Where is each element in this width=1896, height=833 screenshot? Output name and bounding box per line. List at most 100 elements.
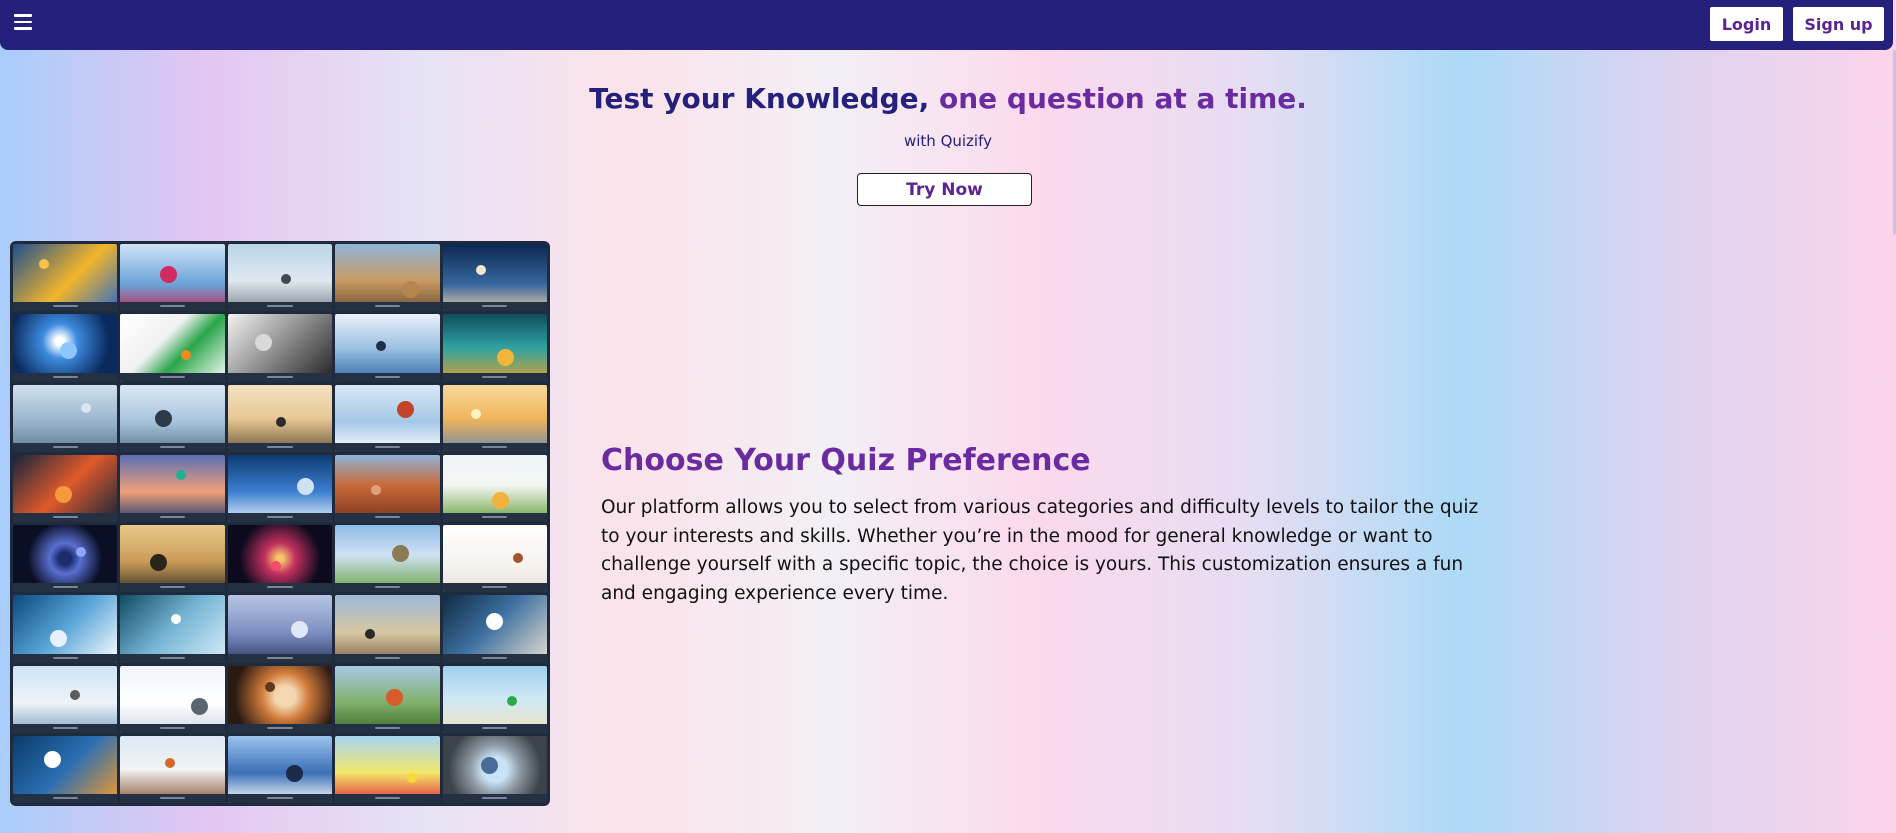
hamburger-menu-icon[interactable] bbox=[14, 14, 34, 30]
mosaic-tile bbox=[442, 314, 547, 382]
tile-subject bbox=[154, 410, 172, 428]
tile-subject bbox=[75, 546, 86, 557]
mosaic-tile bbox=[335, 665, 440, 733]
tile-caption-bar bbox=[442, 372, 547, 382]
tile-caption-bar bbox=[442, 513, 547, 522]
mosaic-tile bbox=[13, 735, 118, 803]
mosaic-tile bbox=[335, 384, 440, 452]
tile-caption-bar bbox=[227, 794, 333, 803]
mosaic-tile bbox=[120, 384, 225, 452]
mosaic-tile bbox=[13, 525, 118, 593]
mosaic-tile bbox=[442, 525, 547, 593]
tile-caption-bar bbox=[442, 442, 547, 452]
tile-subject bbox=[291, 621, 309, 639]
tile-caption-bar bbox=[120, 442, 225, 452]
mosaic-tile bbox=[13, 595, 118, 663]
tile-subject bbox=[470, 408, 481, 419]
mosaic-tile bbox=[120, 595, 225, 663]
tile-caption-bar bbox=[120, 583, 225, 593]
mosaic-tile bbox=[442, 735, 547, 803]
feature-heading: Choose Your Quiz Preference bbox=[601, 443, 1091, 478]
tile-subject bbox=[407, 772, 418, 783]
tile-caption-bar bbox=[442, 302, 547, 312]
tile-subject bbox=[175, 470, 186, 481]
tile-subject bbox=[281, 273, 292, 284]
mosaic-tile bbox=[442, 595, 547, 663]
mosaic-tile bbox=[442, 244, 547, 312]
tile-caption-bar bbox=[335, 372, 440, 382]
tile-caption-bar bbox=[227, 302, 333, 312]
mosaic-tile bbox=[227, 314, 333, 382]
tile-subject bbox=[165, 757, 176, 768]
tile-caption-bar bbox=[442, 583, 547, 593]
tile-subject bbox=[44, 750, 62, 768]
tile-caption-bar bbox=[120, 794, 225, 803]
tile-caption-bar bbox=[442, 723, 547, 733]
mosaic-tile bbox=[120, 244, 225, 312]
tile-caption-bar bbox=[335, 513, 440, 522]
mosaic-tile bbox=[442, 384, 547, 452]
mosaic-tile bbox=[227, 595, 333, 663]
tile-subject bbox=[191, 697, 209, 715]
try-now-button[interactable]: Try Now bbox=[857, 173, 1032, 206]
hero-title-part2: one question at a time. bbox=[939, 82, 1307, 115]
tile-caption-bar bbox=[120, 723, 225, 733]
tile-caption-bar bbox=[227, 513, 333, 522]
tile-subject bbox=[149, 553, 167, 571]
tile-subject bbox=[365, 628, 376, 639]
tile-subject bbox=[49, 630, 67, 648]
tile-caption-bar bbox=[13, 723, 118, 733]
mosaic-tile bbox=[120, 314, 225, 382]
signup-button[interactable]: Sign up bbox=[1793, 7, 1884, 41]
mosaic-tile bbox=[13, 384, 118, 452]
mosaic-tile bbox=[120, 454, 225, 522]
mosaic-tile bbox=[335, 595, 440, 663]
tile-caption-bar bbox=[120, 372, 225, 382]
mosaic-tile bbox=[335, 525, 440, 593]
tile-caption-bar bbox=[120, 302, 225, 312]
tile-subject bbox=[275, 417, 286, 428]
tile-caption-bar bbox=[120, 653, 225, 663]
tile-caption-bar bbox=[227, 583, 333, 593]
tile-subject bbox=[39, 258, 50, 269]
tile-caption-bar bbox=[13, 442, 118, 452]
hero-title-part1: Test your Knowledge, bbox=[589, 82, 940, 115]
hero-subtitle: with Quizify bbox=[903, 132, 992, 150]
tile-caption-bar bbox=[442, 794, 547, 803]
tile-subject bbox=[476, 264, 486, 275]
tile-subject bbox=[512, 552, 523, 563]
tile-subject bbox=[402, 280, 419, 298]
tile-subject bbox=[386, 689, 404, 707]
mosaic-tile bbox=[120, 735, 225, 803]
tile-caption-bar bbox=[227, 372, 333, 382]
tile-caption-bar bbox=[120, 513, 225, 522]
mosaic-tile bbox=[13, 314, 118, 382]
tile-caption-bar bbox=[335, 442, 440, 452]
mosaic-tile bbox=[227, 384, 333, 452]
quiz-category-image-mosaic bbox=[10, 241, 550, 806]
tile-subject bbox=[370, 485, 381, 495]
login-button[interactable]: Login bbox=[1710, 7, 1783, 41]
tile-caption-bar bbox=[335, 302, 440, 312]
tile-caption-bar bbox=[335, 583, 440, 593]
tile-subject bbox=[54, 486, 72, 504]
tile-caption-bar bbox=[13, 794, 118, 803]
tile-subject bbox=[496, 348, 514, 366]
mosaic-tile bbox=[227, 525, 333, 593]
mosaic-tile bbox=[13, 244, 118, 312]
tile-subject bbox=[391, 545, 409, 563]
mosaic-tile bbox=[227, 454, 333, 522]
tile-caption-bar bbox=[335, 723, 440, 733]
mosaic-tile bbox=[442, 665, 547, 733]
mosaic-tile bbox=[120, 525, 225, 593]
tile-caption-bar bbox=[13, 302, 118, 312]
top-navbar: Login Sign up bbox=[0, 0, 1893, 50]
mosaic-tile bbox=[227, 735, 333, 803]
mosaic-tile bbox=[227, 244, 333, 312]
tile-subject bbox=[59, 342, 77, 360]
mosaic-tile bbox=[120, 665, 225, 733]
mosaic-tile bbox=[335, 454, 440, 522]
tile-caption-bar bbox=[13, 372, 118, 382]
tile-subject bbox=[80, 402, 91, 413]
tile-subject bbox=[296, 477, 314, 495]
